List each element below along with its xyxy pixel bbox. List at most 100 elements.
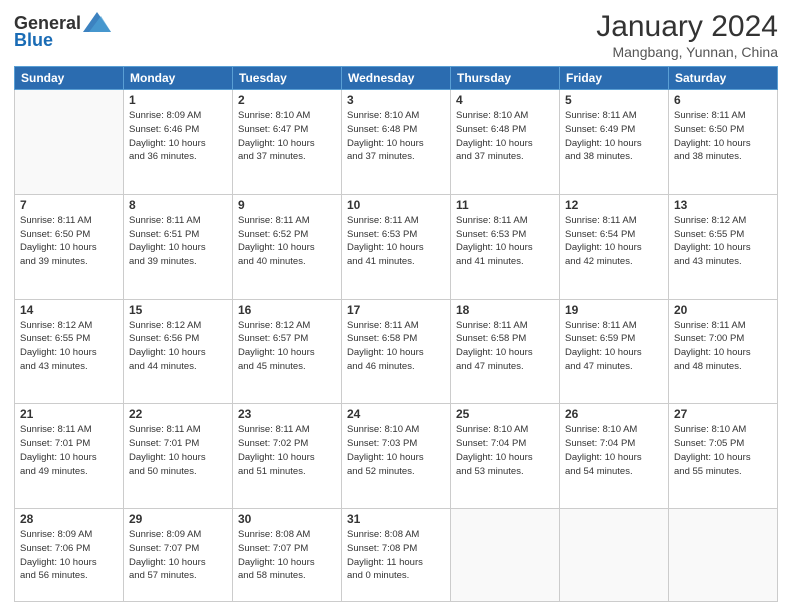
day-number: 2: [238, 93, 336, 107]
day-info: Sunrise: 8:08 AM Sunset: 7:08 PM Dayligh…: [347, 528, 445, 583]
day-cell: 4 Sunrise: 8:10 AM Sunset: 6:48 PM Daylig…: [451, 90, 560, 195]
day-number: 8: [129, 198, 227, 212]
day-info: Sunrise: 8:09 AM Sunset: 7:07 PM Dayligh…: [129, 528, 227, 583]
day-cell: 12 Sunrise: 8:11 AM Sunset: 6:54 PM Dayli…: [560, 194, 669, 299]
day-info: Sunrise: 8:12 AM Sunset: 6:57 PM Dayligh…: [238, 319, 336, 374]
day-number: 5: [565, 93, 663, 107]
day-number: 6: [674, 93, 772, 107]
calendar-table: SundayMondayTuesdayWednesdayThursdayFrid…: [14, 66, 778, 602]
day-number: 14: [20, 303, 118, 317]
day-info: Sunrise: 8:10 AM Sunset: 7:04 PM Dayligh…: [456, 423, 554, 478]
day-cell: 15 Sunrise: 8:12 AM Sunset: 6:56 PM Dayli…: [124, 299, 233, 404]
day-cell: 13 Sunrise: 8:12 AM Sunset: 6:55 PM Dayli…: [669, 194, 778, 299]
day-number: 12: [565, 198, 663, 212]
day-info: Sunrise: 8:11 AM Sunset: 6:54 PM Dayligh…: [565, 214, 663, 269]
day-info: Sunrise: 8:12 AM Sunset: 6:56 PM Dayligh…: [129, 319, 227, 374]
day-info: Sunrise: 8:09 AM Sunset: 6:46 PM Dayligh…: [129, 109, 227, 164]
day-info: Sunrise: 8:10 AM Sunset: 7:05 PM Dayligh…: [674, 423, 772, 478]
day-cell: 24Sunrise: 8:10 AM Sunset: 7:03 PM Dayli…: [342, 404, 451, 509]
day-info: Sunrise: 8:11 AM Sunset: 6:51 PM Dayligh…: [129, 214, 227, 269]
day-info: Sunrise: 8:11 AM Sunset: 6:50 PM Dayligh…: [20, 214, 118, 269]
day-number: 25: [456, 407, 554, 421]
day-cell: 11Sunrise: 8:11 AM Sunset: 6:53 PM Dayli…: [451, 194, 560, 299]
day-number: 15: [129, 303, 227, 317]
day-cell: 30 Sunrise: 8:08 AM Sunset: 7:07 PM Dayli…: [233, 509, 342, 602]
day-number: 22: [129, 407, 227, 421]
day-info: Sunrise: 8:11 AM Sunset: 6:59 PM Dayligh…: [565, 319, 663, 374]
day-cell: 6 Sunrise: 8:11 AM Sunset: 6:50 PM Daylig…: [669, 90, 778, 195]
day-info: Sunrise: 8:12 AM Sunset: 6:55 PM Dayligh…: [674, 214, 772, 269]
day-info: Sunrise: 8:11 AM Sunset: 6:53 PM Dayligh…: [347, 214, 445, 269]
col-header-thursday: Thursday: [451, 67, 560, 90]
day-cell: 28 Sunrise: 8:09 AM Sunset: 7:06 PM Dayli…: [15, 509, 124, 602]
day-number: 20: [674, 303, 772, 317]
day-info: Sunrise: 8:10 AM Sunset: 7:04 PM Dayligh…: [565, 423, 663, 478]
day-cell: 2 Sunrise: 8:10 AM Sunset: 6:47 PM Daylig…: [233, 90, 342, 195]
logo: General Blue: [14, 14, 111, 51]
logo-text-blue: Blue: [14, 30, 111, 51]
day-cell: 16 Sunrise: 8:12 AM Sunset: 6:57 PM Dayli…: [233, 299, 342, 404]
day-info: Sunrise: 8:11 AM Sunset: 7:01 PM Dayligh…: [129, 423, 227, 478]
col-header-sunday: Sunday: [15, 67, 124, 90]
day-cell: 27 Sunrise: 8:10 AM Sunset: 7:05 PM Dayli…: [669, 404, 778, 509]
week-row-4: 21 Sunrise: 8:11 AM Sunset: 7:01 PM Dayli…: [15, 404, 778, 509]
day-cell: 5 Sunrise: 8:11 AM Sunset: 6:49 PM Daylig…: [560, 90, 669, 195]
month-title: January 2024: [596, 10, 778, 44]
day-number: 29: [129, 512, 227, 526]
day-number: 7: [20, 198, 118, 212]
day-info: Sunrise: 8:11 AM Sunset: 6:52 PM Dayligh…: [238, 214, 336, 269]
day-number: 30: [238, 512, 336, 526]
day-info: Sunrise: 8:11 AM Sunset: 7:00 PM Dayligh…: [674, 319, 772, 374]
day-info: Sunrise: 8:12 AM Sunset: 6:55 PM Dayligh…: [20, 319, 118, 374]
location: Mangbang, Yunnan, China: [596, 44, 778, 60]
col-header-tuesday: Tuesday: [233, 67, 342, 90]
day-cell: 10Sunrise: 8:11 AM Sunset: 6:53 PM Dayli…: [342, 194, 451, 299]
week-row-1: 1 Sunrise: 8:09 AM Sunset: 6:46 PM Daylig…: [15, 90, 778, 195]
day-number: 1: [129, 93, 227, 107]
day-cell: 8 Sunrise: 8:11 AM Sunset: 6:51 PM Daylig…: [124, 194, 233, 299]
col-header-monday: Monday: [124, 67, 233, 90]
header: General Blue January 2024 Mangbang, Yunn…: [14, 10, 778, 60]
day-number: 19: [565, 303, 663, 317]
day-number: 18: [456, 303, 554, 317]
day-cell: 19 Sunrise: 8:11 AM Sunset: 6:59 PM Dayli…: [560, 299, 669, 404]
day-cell: 14 Sunrise: 8:12 AM Sunset: 6:55 PM Dayli…: [15, 299, 124, 404]
day-number: 23: [238, 407, 336, 421]
day-info: Sunrise: 8:11 AM Sunset: 6:49 PM Dayligh…: [565, 109, 663, 164]
day-number: 3: [347, 93, 445, 107]
day-number: 21: [20, 407, 118, 421]
day-number: 11: [456, 198, 554, 212]
day-number: 9: [238, 198, 336, 212]
week-row-3: 14 Sunrise: 8:12 AM Sunset: 6:55 PM Dayli…: [15, 299, 778, 404]
day-number: 28: [20, 512, 118, 526]
day-info: Sunrise: 8:10 AM Sunset: 6:48 PM Dayligh…: [347, 109, 445, 164]
day-cell: 7 Sunrise: 8:11 AM Sunset: 6:50 PM Daylig…: [15, 194, 124, 299]
day-cell: 1 Sunrise: 8:09 AM Sunset: 6:46 PM Daylig…: [124, 90, 233, 195]
day-cell: 26Sunrise: 8:10 AM Sunset: 7:04 PM Dayli…: [560, 404, 669, 509]
day-info: Sunrise: 8:09 AM Sunset: 7:06 PM Dayligh…: [20, 528, 118, 583]
title-block: January 2024 Mangbang, Yunnan, China: [596, 10, 778, 60]
day-info: Sunrise: 8:11 AM Sunset: 6:50 PM Dayligh…: [674, 109, 772, 164]
day-number: 27: [674, 407, 772, 421]
day-info: Sunrise: 8:11 AM Sunset: 6:58 PM Dayligh…: [456, 319, 554, 374]
day-info: Sunrise: 8:10 AM Sunset: 6:47 PM Dayligh…: [238, 109, 336, 164]
day-cell: 21 Sunrise: 8:11 AM Sunset: 7:01 PM Dayli…: [15, 404, 124, 509]
day-info: Sunrise: 8:11 AM Sunset: 7:01 PM Dayligh…: [20, 423, 118, 478]
day-cell: 18 Sunrise: 8:11 AM Sunset: 6:58 PM Dayli…: [451, 299, 560, 404]
day-number: 16: [238, 303, 336, 317]
day-number: 24: [347, 407, 445, 421]
day-cell: [451, 509, 560, 602]
col-header-wednesday: Wednesday: [342, 67, 451, 90]
day-number: 4: [456, 93, 554, 107]
day-cell: 29 Sunrise: 8:09 AM Sunset: 7:07 PM Dayli…: [124, 509, 233, 602]
day-cell: 20 Sunrise: 8:11 AM Sunset: 7:00 PM Dayli…: [669, 299, 778, 404]
day-cell: 22 Sunrise: 8:11 AM Sunset: 7:01 PM Dayli…: [124, 404, 233, 509]
day-number: 17: [347, 303, 445, 317]
day-info: Sunrise: 8:10 AM Sunset: 6:48 PM Dayligh…: [456, 109, 554, 164]
week-row-2: 7 Sunrise: 8:11 AM Sunset: 6:50 PM Daylig…: [15, 194, 778, 299]
day-info: Sunrise: 8:08 AM Sunset: 7:07 PM Dayligh…: [238, 528, 336, 583]
day-cell: 17Sunrise: 8:11 AM Sunset: 6:58 PM Dayli…: [342, 299, 451, 404]
day-number: 13: [674, 198, 772, 212]
day-cell: 3 Sunrise: 8:10 AM Sunset: 6:48 PM Daylig…: [342, 90, 451, 195]
day-cell: 31Sunrise: 8:08 AM Sunset: 7:08 PM Dayli…: [342, 509, 451, 602]
